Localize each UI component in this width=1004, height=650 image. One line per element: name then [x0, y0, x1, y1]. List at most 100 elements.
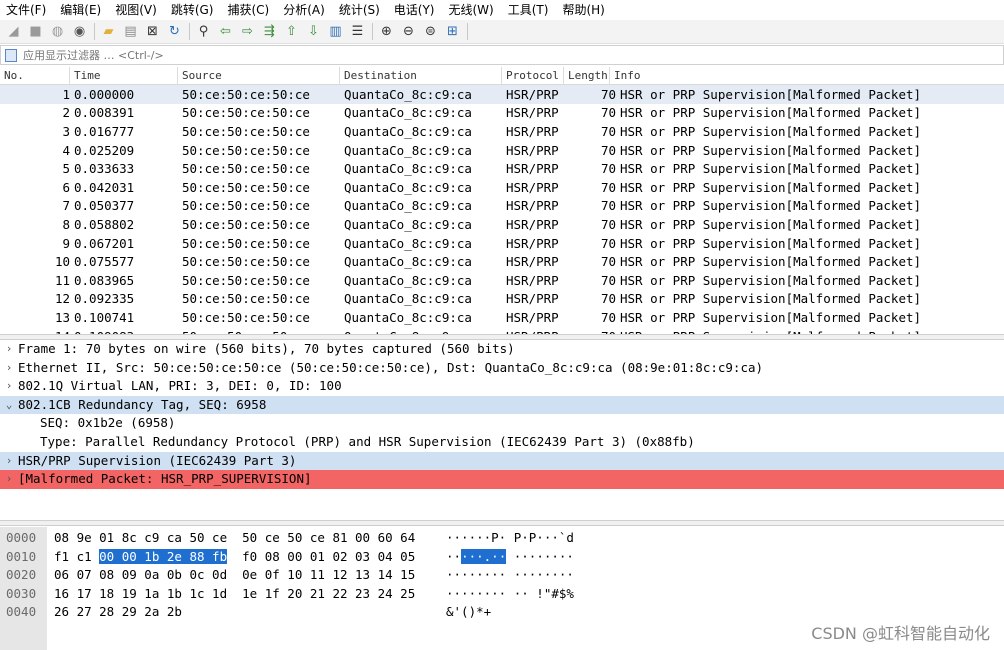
go-back-icon[interactable]: ⇦ — [216, 22, 235, 41]
column-header-length[interactable]: Length — [564, 67, 610, 85]
menu-item[interactable]: 分析(A) — [283, 0, 325, 20]
packet-row[interactable]: 7 0.050377 50:ce:50:ce:50:ce QuantaCo_8c:c9… — [0, 196, 1004, 216]
go-to-packet-icon[interactable]: ⇶ — [260, 22, 279, 41]
open-file-icon[interactable]: ▰ — [99, 22, 118, 41]
packet-row[interactable]: 1 0.000000 50:ce:50:ce:50:ce QuantaCo_8c:c9… — [0, 85, 1004, 104]
chevron-right-icon[interactable]: › — [0, 359, 18, 378]
packet-source: 50:ce:50:ce:50:ce — [182, 86, 310, 102]
packet-no: 13 — [54, 309, 70, 325]
detail-tree-item[interactable]: ⌄ 802.1CB Redundancy Tag, SEQ: 6958 — [0, 395, 1004, 415]
stop-capture-icon[interactable]: ■ — [26, 22, 45, 41]
packet-info: HSR or PRP Supervision[Malformed Packet] — [620, 291, 922, 307]
chevron-right-icon[interactable]: › — [0, 470, 18, 489]
detail-tree-item[interactable]: › 802.1Q Virtual LAN, PRI: 3, DEI: 0, ID:… — [0, 377, 1004, 396]
chevron-right-icon[interactable]: › — [0, 377, 18, 396]
ascii-segment: ·· — [446, 548, 462, 564]
packet-row[interactable]: 10 0.075577 50:ce:50:ce:50:ce QuantaCo_8c:c… — [0, 252, 1004, 271]
hex-bytes[interactable]: 08 9e 01 8c c9 ca 50 ce 50 ce 50 ce 81 0… — [54, 529, 415, 548]
zoom-in-icon[interactable]: ⊕ — [377, 22, 396, 41]
display-filter-input[interactable] — [23, 48, 623, 62]
ascii-bytes[interactable]: ········ ········ — [446, 566, 574, 585]
packet-row[interactable]: 4 0.025209 50:ce:50:ce:50:ce QuantaCo_8c:c9… — [0, 140, 1004, 160]
resize-columns-icon[interactable]: ⊞ — [443, 22, 462, 41]
packet-length: 70 — [600, 105, 616, 121]
detail-tree-item[interactable]: › [Malformed Packet: HSR_PRP_SUPERVISION] — [0, 470, 1004, 489]
packet-row[interactable]: 9 0.067201 50:ce:50:ce:50:ce QuantaCo_8c:c9… — [0, 233, 1004, 253]
packet-row[interactable]: 8 0.058802 50:ce:50:ce:50:ce QuantaCo_8c:c9… — [0, 215, 1004, 234]
chevron-down-icon[interactable]: ⌄ — [0, 396, 18, 415]
menu-item[interactable]: 工具(T) — [508, 0, 549, 20]
packet-rows: 1 0.000000 50:ce:50:ce:50:ce QuantaCo_8c:c9… — [0, 85, 1004, 334]
column-header-time[interactable]: Time — [70, 67, 178, 85]
filter-bookmark-icon[interactable] — [5, 48, 17, 62]
go-forward-icon[interactable]: ⇨ — [238, 22, 257, 41]
packet-row[interactable]: 12 0.092335 50:ce:50:ce:50:ce QuantaCo_8c:c… — [0, 289, 1004, 309]
packet-row[interactable]: 5 0.033633 50:ce:50:ce:50:ce QuantaCo_8c:c9… — [0, 159, 1004, 178]
menu-item[interactable]: 编辑(E) — [60, 0, 101, 20]
reload-file-icon[interactable]: ↻ — [165, 22, 184, 41]
column-header-destination[interactable]: Destination — [340, 67, 502, 85]
menu-item[interactable]: 无线(W) — [449, 0, 494, 20]
shark-fin-start-icon[interactable]: ◢ — [4, 22, 23, 41]
hex-selected-segment: 00 00 1b 2e 88 fb — [99, 548, 228, 564]
detail-tree-item[interactable]: › HSR/PRP Supervision (IEC62439 Part 3) — [0, 451, 1004, 471]
detail-tree-item[interactable]: Type: Parallel Redundancy Protocol (PRP)… — [0, 433, 1004, 452]
menu-item[interactable]: 文件(F) — [6, 0, 46, 20]
detail-tree-item[interactable]: › Frame 1: 70 bytes on wire (560 bits), 7… — [0, 340, 1004, 359]
save-file-icon[interactable]: ▤ — [121, 22, 140, 41]
packet-info: HSR or PRP Supervision[Malformed Packet] — [620, 254, 922, 270]
packet-no: 3 — [62, 123, 70, 139]
packet-row[interactable]: 140.10908350:ce:50:ce:50:ceQuantaCo_8c:c… — [0, 326, 1004, 334]
chevron-right-icon[interactable]: › — [0, 452, 18, 471]
hex-bytes[interactable]: 16 17 18 19 1a 1b 1c 1d 1e 1f 20 21 22 2… — [54, 585, 415, 604]
packet-row[interactable]: 2 0.008391 50:ce:50:ce:50:ce QuantaCo_8c:c9… — [0, 103, 1004, 123]
capture-options-icon[interactable]: ◉ — [70, 22, 89, 41]
menu-item[interactable]: 帮助(H) — [562, 0, 604, 20]
autoscroll-icon[interactable]: ▥ — [326, 22, 345, 41]
close-file-icon[interactable]: ⊠ — [143, 22, 162, 41]
packet-source: 50:ce:50:ce:50:ce — [182, 123, 310, 139]
column-header-no[interactable]: No. — [0, 67, 70, 85]
ascii-bytes[interactable]: ······P· P·P···`d — [446, 529, 574, 548]
bytes-row: 0020 06 07 08 09 0a 0b 0c 0d 0e 0f 10 11 … — [0, 566, 1004, 585]
packet-length: 70 — [600, 216, 616, 232]
menu-item[interactable]: 统计(S) — [339, 0, 380, 20]
packet-row[interactable]: 11 0.083965 50:ce:50:ce:50:ce QuantaCo_8c:c… — [0, 270, 1004, 290]
packet-time: 0.067201 — [74, 235, 135, 251]
ascii-segment: ········ — [506, 548, 574, 564]
hex-bytes[interactable]: 06 07 08 09 0a 0b 0c 0d 0e 0f 10 11 12 1… — [54, 566, 415, 585]
packet-row[interactable]: 13 0.100741 50:ce:50:ce:50:ce QuantaCo_8c:c… — [0, 308, 1004, 327]
zoom-out-icon[interactable]: ⊖ — [399, 22, 418, 41]
column-header-source[interactable]: Source — [178, 67, 340, 85]
find-packet-icon[interactable]: ⚲ — [194, 22, 213, 41]
hex-segment: f1 c1 — [54, 548, 100, 564]
packet-row[interactable]: 6 0.042031 50:ce:50:ce:50:ce QuantaCo_8c:c9… — [0, 177, 1004, 197]
packet-protocol: HSR/PRP — [506, 105, 559, 121]
hex-bytes[interactable]: 26 27 28 29 2a 2b — [54, 603, 182, 622]
chevron-right-icon[interactable]: › — [0, 340, 18, 359]
colorize-icon[interactable]: ☰ — [348, 22, 367, 41]
menu-item[interactable]: 电话(Y) — [394, 0, 435, 20]
detail-tree-item[interactable]: SEQ: 0x1b2e (6958) — [0, 414, 1004, 433]
menu-item[interactable]: 捕获(C) — [227, 0, 269, 20]
menu-item[interactable]: 视图(V) — [115, 0, 157, 20]
packet-source: 50:ce:50:ce:50:ce — [182, 161, 310, 177]
restart-capture-icon[interactable]: ◍ — [48, 22, 67, 41]
last-packet-icon[interactable]: ⇩ — [304, 22, 323, 41]
packet-info: HSR or PRP Supervision[Malformed Packet] — [620, 142, 922, 158]
ascii-bytes[interactable]: &'()*+ — [446, 603, 491, 622]
menu-item[interactable]: 跳转(G) — [171, 0, 214, 20]
first-packet-icon[interactable]: ⇧ — [282, 22, 301, 41]
ascii-segment: ······P· P·P···`d — [446, 530, 574, 545]
column-header-info[interactable]: Info — [610, 67, 1004, 85]
ascii-bytes[interactable]: ·····.·· ········ — [446, 548, 574, 567]
packet-protocol: HSR/PRP — [506, 272, 559, 288]
packet-row[interactable]: 3 0.016777 50:ce:50:ce:50:ce QuantaCo_8c:c9… — [0, 122, 1004, 141]
ascii-bytes[interactable]: ········ ·· !"#$% — [446, 585, 574, 604]
pane-splitter-bottom[interactable] — [0, 520, 1004, 526]
detail-tree-item[interactable]: › Ethernet II, Src: 50:ce:50:ce:50:ce (50… — [0, 359, 1004, 378]
normal-size-icon[interactable]: ⊜ — [421, 22, 440, 41]
packet-time: 0.025209 — [74, 142, 135, 158]
hex-bytes[interactable]: f1 c1 00 00 1b 2e 88 fb f0 08 00 01 02 0… — [54, 548, 415, 567]
column-header-protocol[interactable]: Protocol — [502, 67, 564, 85]
